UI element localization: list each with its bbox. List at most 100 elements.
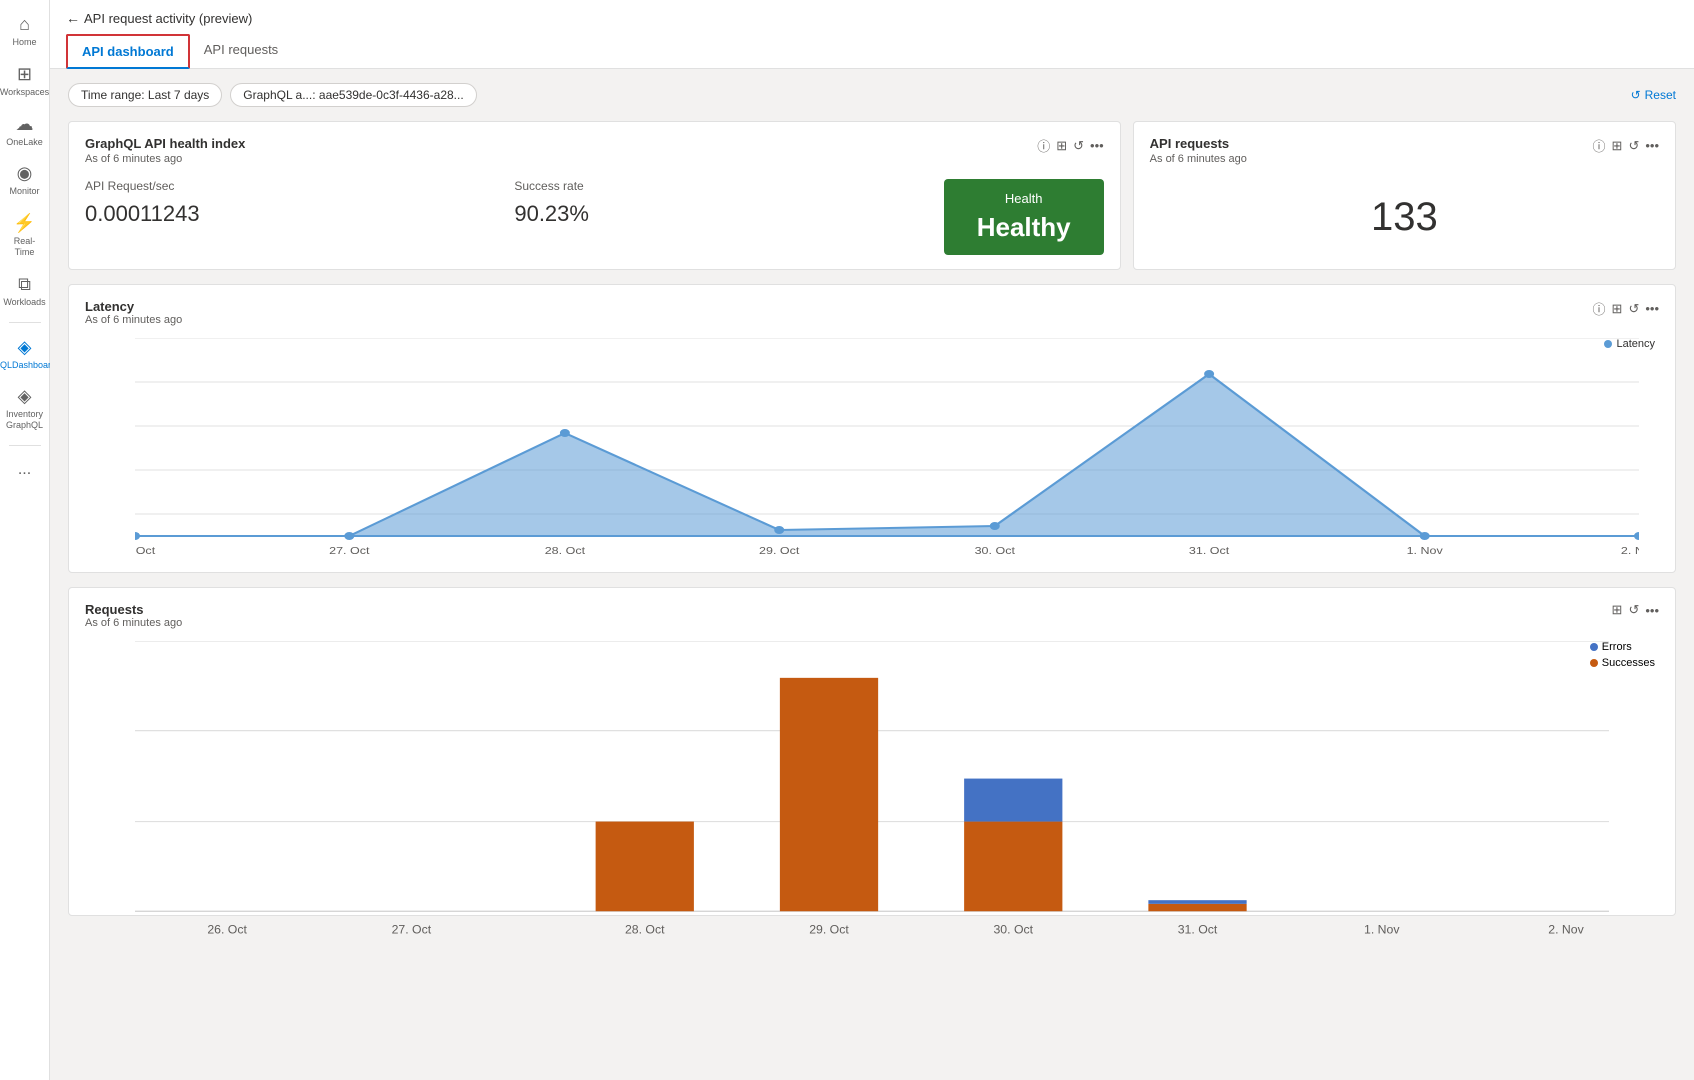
- api-refresh-icon[interactable]: ↺: [1628, 138, 1639, 154]
- sidebar-divider-2: [9, 445, 41, 446]
- requests-refresh-icon[interactable]: ↺: [1628, 602, 1639, 618]
- back-arrow-icon: ←: [66, 10, 80, 26]
- requests-title-block: Requests As of 6 minutes ago: [85, 602, 182, 637]
- svg-text:27. Oct: 27. Oct: [392, 922, 432, 936]
- bar-28oct-successes: [596, 822, 694, 912]
- cards-row: GraphQL API health index As of 6 minutes…: [68, 121, 1676, 270]
- api-requests-card-header: API requests As of 6 minutes ago ⓘ ⊞ ↺ •…: [1150, 136, 1659, 177]
- sidebar-label-monitor: Monitor: [9, 186, 39, 197]
- requests-chart-legend: Errors Successes: [1590, 641, 1655, 669]
- svg-text:2. Nov: 2. Nov: [1621, 546, 1639, 557]
- health-block: Health Healthy: [944, 179, 1104, 255]
- workspaces-icon: ⊞: [17, 64, 32, 85]
- home-icon: ⌂: [19, 14, 30, 35]
- bar-29oct-successes: [780, 678, 878, 911]
- api-request-sec-label: API Request/sec: [85, 179, 498, 193]
- back-button[interactable]: ← API request activity (preview): [66, 10, 252, 26]
- health-index-subtitle: As of 6 minutes ago: [85, 153, 245, 165]
- latency-chart-card: Latency As of 6 minutes ago ⓘ ⊞ ↺ ••• La…: [68, 284, 1676, 573]
- sidebar-item-realtime[interactable]: ⚡ Real-Time: [2, 207, 48, 264]
- svg-text:29. Oct: 29. Oct: [809, 922, 849, 936]
- monitor-icon: ◉: [17, 163, 33, 184]
- latency-point-0: [135, 532, 140, 540]
- api-request-sec-value: 0.00011243: [85, 201, 498, 227]
- sidebar-item-home[interactable]: ⌂ Home: [2, 8, 48, 54]
- requests-chart-subtitle: As of 6 minutes ago: [85, 617, 182, 629]
- api-info-icon[interactable]: ⓘ: [1593, 136, 1606, 155]
- latency-point-3: [774, 526, 784, 534]
- api-more-icon[interactable]: •••: [1645, 138, 1659, 153]
- requests-chart-title: Requests: [85, 602, 182, 617]
- sidebar-item-onelake[interactable]: ☁ OneLake: [2, 108, 48, 154]
- tab-api-requests[interactable]: API requests: [190, 34, 292, 69]
- latency-point-2: [560, 429, 570, 437]
- latency-point-6: [1420, 532, 1430, 540]
- api-requests-card: API requests As of 6 minutes ago ⓘ ⊞ ↺ •…: [1133, 121, 1676, 270]
- sidebar-label-home: Home: [12, 37, 36, 48]
- latency-legend-dot: [1604, 340, 1612, 348]
- health-index-actions: ⓘ ⊞ ↺ •••: [1037, 136, 1103, 155]
- health-label: Health: [1005, 191, 1043, 206]
- svg-text:28. Oct: 28. Oct: [545, 546, 586, 557]
- sidebar-label-inventorygraphql: Inventory GraphQL: [6, 409, 44, 431]
- health-index-title: GraphQL API health index: [85, 136, 245, 151]
- api-request-sec-block: API Request/sec 0.00011243: [85, 179, 514, 255]
- header-title-row: ← API request activity (preview): [66, 10, 1678, 26]
- latency-point-4: [990, 522, 1000, 530]
- api-requests-title: API requests: [1150, 136, 1247, 151]
- sidebar-item-monitor[interactable]: ◉ Monitor: [2, 157, 48, 203]
- refresh-icon[interactable]: ↺: [1073, 138, 1084, 154]
- sidebar-divider: [9, 322, 41, 323]
- filter-bar: Time range: Last 7 days GraphQL a...: aa…: [68, 83, 1676, 107]
- latency-point-5: [1204, 370, 1214, 378]
- sidebar-item-more[interactable]: ...: [2, 454, 48, 485]
- api-requests-number: 133: [1150, 179, 1659, 255]
- health-index-content: API Request/sec 0.00011243 Success rate …: [85, 179, 1104, 255]
- sidebar-label-realtime: Real-Time: [6, 236, 44, 258]
- svg-text:27. Oct: 27. Oct: [329, 546, 370, 557]
- gqldashboard-icon: ◈: [18, 337, 32, 358]
- graphql-api-filter[interactable]: GraphQL a...: aae539de-0c3f-4436-a28...: [230, 83, 476, 107]
- bar-31oct-successes: [1148, 904, 1246, 911]
- requests-svg: 75 50 25 0: [135, 641, 1609, 960]
- health-index-card-header: GraphQL API health index As of 6 minutes…: [85, 136, 1104, 177]
- reset-button[interactable]: ↺ Reset: [1631, 88, 1676, 102]
- tab-api-dashboard[interactable]: API dashboard: [66, 34, 190, 69]
- sidebar-item-workloads[interactable]: ⧉ Workloads: [2, 268, 48, 314]
- latency-title-block: Latency As of 6 minutes ago: [85, 299, 182, 334]
- svg-text:26. Oct: 26. Oct: [135, 546, 156, 557]
- sidebar-item-workspaces[interactable]: ⊞ Workspaces: [2, 58, 48, 104]
- latency-chart-actions: ⓘ ⊞ ↺ •••: [1593, 299, 1659, 318]
- api-grid-icon[interactable]: ⊞: [1612, 138, 1623, 154]
- sidebar-label-workloads: Workloads: [3, 297, 45, 308]
- latency-info-icon[interactable]: ⓘ: [1593, 299, 1606, 318]
- sidebar-item-inventorygraphql[interactable]: ◈ Inventory GraphQL: [2, 380, 48, 437]
- latency-grid-icon[interactable]: ⊞: [1612, 301, 1623, 317]
- latency-chart-area: Latency 10 7.5 5 2.5 0: [85, 338, 1659, 558]
- latency-area: [135, 374, 1639, 536]
- latency-more-icon[interactable]: •••: [1645, 301, 1659, 316]
- content-area: Time range: Last 7 days GraphQL a...: aa…: [50, 69, 1694, 1080]
- requests-more-icon[interactable]: •••: [1645, 603, 1659, 618]
- workloads-icon: ⧉: [18, 274, 31, 295]
- svg-text:29. Oct: 29. Oct: [759, 546, 800, 557]
- more-icon[interactable]: •••: [1090, 138, 1104, 153]
- bar-31oct-errors: [1148, 900, 1246, 904]
- latency-legend-item: Latency: [1604, 338, 1655, 350]
- time-range-filter[interactable]: Time range: Last 7 days: [68, 83, 222, 107]
- page-title: API request activity (preview): [84, 11, 252, 26]
- svg-text:31. Oct: 31. Oct: [1178, 922, 1218, 936]
- svg-text:30. Oct: 30. Oct: [993, 922, 1033, 936]
- latency-chart-legend: Latency: [1604, 338, 1655, 350]
- latency-refresh-icon[interactable]: ↺: [1628, 301, 1639, 317]
- grid-icon[interactable]: ⊞: [1056, 138, 1067, 154]
- health-index-card: GraphQL API health index As of 6 minutes…: [68, 121, 1121, 270]
- svg-text:28. Oct: 28. Oct: [625, 922, 665, 936]
- requests-chart-header: Requests As of 6 minutes ago ⊞ ↺ •••: [85, 602, 1659, 637]
- svg-text:26. Oct: 26. Oct: [207, 922, 247, 936]
- requests-grid-icon[interactable]: ⊞: [1612, 602, 1623, 618]
- svg-text:1. Nov: 1. Nov: [1364, 922, 1400, 936]
- info-icon[interactable]: ⓘ: [1037, 136, 1050, 155]
- latency-point-7: [1634, 532, 1639, 540]
- sidebar-item-gqldashboard[interactable]: ◈ GQLDashboard: [2, 331, 48, 377]
